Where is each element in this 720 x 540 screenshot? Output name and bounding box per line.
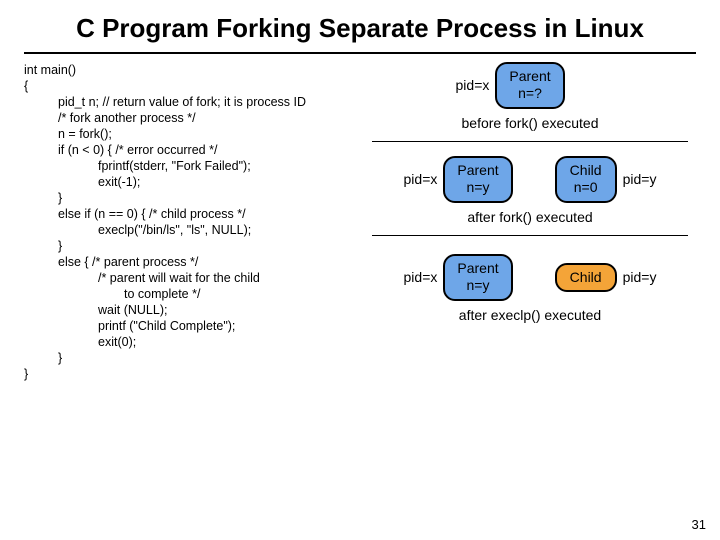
code-line: } [24,190,364,206]
code-block: int main() { pid_t n; // return value of… [24,62,364,382]
spacer [571,76,619,94]
code-line: else if (n == 0) { /* child process */ [24,206,364,222]
slide-body: int main() { pid_t n; // return value of… [24,62,696,382]
slide-number: 31 [692,517,706,532]
box-title: Parent [457,260,498,278]
box-value: n=0 [569,179,603,197]
pid-label-left: pid=x [441,77,489,93]
code-line: execlp("/bin/ls", "ls", NULL); [24,222,364,238]
pid-label-right: pid=y [623,269,671,285]
box-title: Parent [509,68,550,86]
code-line: if (n < 0) { /* error occurred */ [24,142,364,158]
diagram: pid=x Parent n=? before fork() executed … [364,62,696,382]
slide: C Program Forking Separate Process in Li… [0,0,720,540]
code-line: { [24,78,364,94]
stage-divider [372,141,688,142]
stage-caption: before fork() executed [364,115,696,131]
box-value: n=y [457,179,498,197]
code-line: int main() [24,62,364,78]
box-title: Child [569,269,603,287]
code-line: } [24,366,364,382]
stage-divider [372,235,688,236]
process-box-child: Child [555,263,617,293]
pid-label-left: pid=x [389,269,437,285]
stage-after-fork: pid=x Parent n=y Child n=0 pid=y after f… [364,154,696,225]
code-line: n = fork(); [24,126,364,142]
code-line: else { /* parent process */ [24,254,364,270]
code-line: } [24,238,364,254]
code-line: /* fork another process */ [24,110,364,126]
code-line: printf ("Child Complete"); [24,318,364,334]
process-box-parent: Parent n=y [443,254,512,301]
stage-after-execlp: pid=x Parent n=y Child pid=y after execl… [364,248,696,323]
code-line: wait (NULL); [24,302,364,318]
code-line: exit(0); [24,334,364,350]
box-title: Child [569,162,603,180]
process-box-parent: Parent n=? [495,62,564,109]
stage-caption: after execlp() executed [364,307,696,323]
code-line: pid_t n; // return value of fork; it is … [24,94,364,110]
code-line: exit(-1); [24,174,364,190]
stage-caption: after fork() executed [364,209,696,225]
code-line: } [24,350,364,366]
process-box-child: Child n=0 [555,156,617,203]
code-line: /* parent will wait for the child [24,270,364,286]
process-box-parent: Parent n=y [443,156,512,203]
title-rule [24,52,696,54]
pid-label-right: pid=y [623,171,671,187]
box-title: Parent [457,162,498,180]
stage-before-fork: pid=x Parent n=? before fork() executed [364,62,696,131]
box-value: n=? [509,85,550,103]
code-line: fprintf(stderr, "Fork Failed"); [24,158,364,174]
pid-label-left: pid=x [389,171,437,187]
code-line: to complete */ [24,286,364,302]
box-value: n=y [457,277,498,295]
slide-title: C Program Forking Separate Process in Li… [24,10,696,52]
